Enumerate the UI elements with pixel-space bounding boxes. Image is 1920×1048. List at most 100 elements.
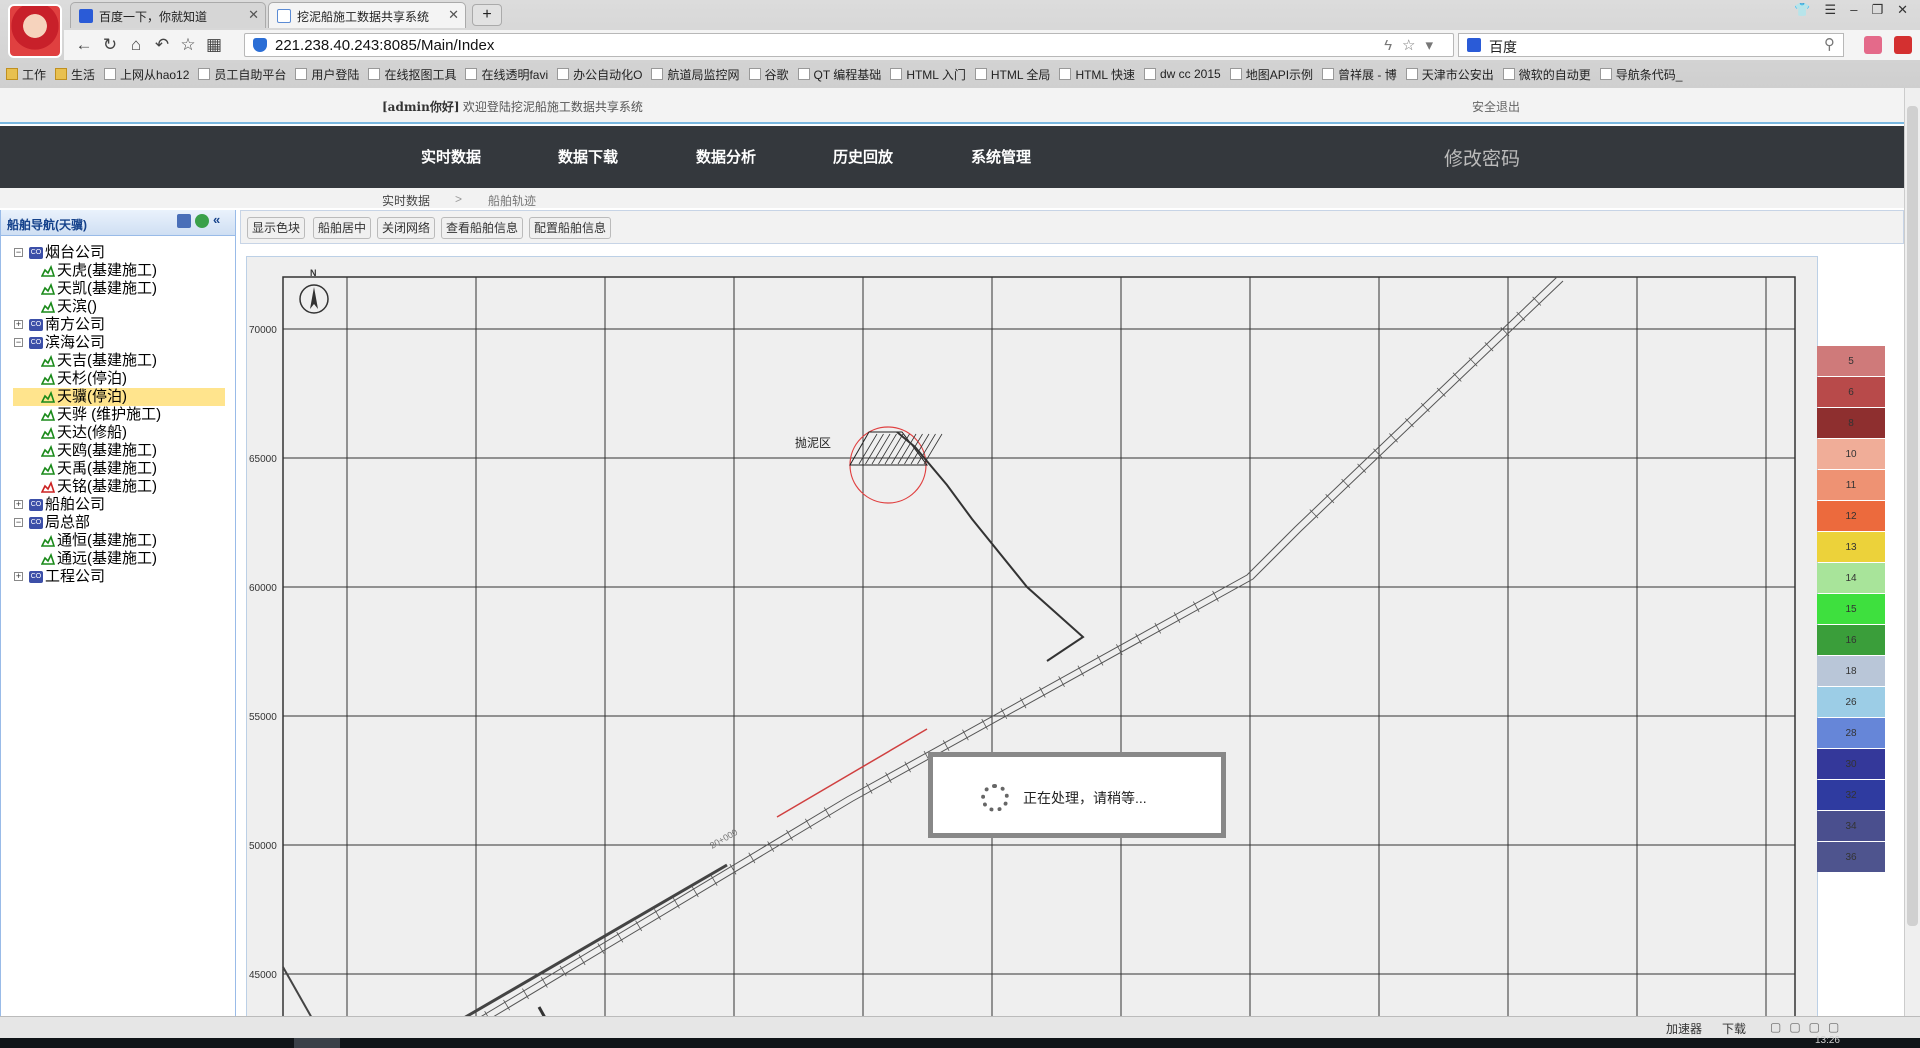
tree-company-node[interactable]: + CO 南方公司 [14,316,105,334]
address-bar[interactable]: 221.238.40.243:8085/Main/Index ϟ☆▾ [244,33,1454,57]
bookmark-item[interactable]: 地图API示例 [1229,66,1313,83]
bookmark-item[interactable]: 工作 [6,66,46,83]
tree-ship-node[interactable]: 天骅 (维护施工) [41,406,161,424]
page-icon [368,68,381,80]
bookmark-item[interactable]: QT 编程基础 [797,66,881,83]
restore-icon[interactable]: ❐ [1871,2,1883,18]
tree-ship-node[interactable]: 天滨() [41,298,97,316]
scroll-thumb[interactable] [1907,106,1918,926]
nav-history-playback[interactable]: 历史回放 [833,146,893,167]
collapse-panel-icon[interactable]: « [213,213,227,228]
tree-ship-node[interactable]: 天鸥(基建施工) [41,442,157,460]
page-icon [748,68,761,80]
tree-ship-node[interactable]: 通远(基建施工) [41,550,157,568]
close-window-icon[interactable]: ✕ [1897,2,1908,18]
tree-ship-node[interactable]: 天凯(基建施工) [41,280,157,298]
dropdown-icon[interactable]: ▾ [1425,37,1443,54]
collapse-icon[interactable]: − [14,338,23,347]
bookmark-item[interactable]: 天津市公安出 [1405,66,1494,83]
close-grid-button[interactable]: 关闭网络 [377,217,436,239]
undo-icon[interactable]: ↶ [150,34,174,56]
bookmark-item[interactable]: HTML 全局 [974,66,1050,83]
collapse-icon[interactable]: − [14,248,23,257]
bookmark-star-icon[interactable]: ☆ [1402,37,1425,54]
tree-ship-node[interactable]: 天铭(基建施工) [41,478,157,496]
tree-company-node[interactable]: − CO 烟台公司 [14,244,105,262]
extension-icon[interactable] [1864,36,1882,54]
tree-ship-node[interactable]: 天达(修船) [41,424,127,442]
tree-company-node[interactable]: + CO 工程公司 [14,568,105,586]
bookmark-item[interactable]: HTML 快速 [1059,66,1135,83]
browser-tab-system[interactable]: 挖泥船施工数据共享系统 ✕ [268,2,466,28]
nav-system-management[interactable]: 系统管理 [971,146,1031,167]
back-icon[interactable]: ← [72,34,96,56]
menu-icon[interactable]: ☰ [1825,2,1837,18]
nav-realtime-data[interactable]: 实时数据 [421,146,481,167]
favorite-star-icon[interactable]: ☆ [176,34,200,56]
bookmark-item[interactable]: 上网从hao12 [104,66,189,83]
logout-link[interactable]: 安全退出 [1472,98,1520,115]
accelerator-label[interactable]: 加速器 [1666,1020,1702,1037]
close-icon[interactable]: ✕ [448,7,459,23]
bookmark-item[interactable]: HTML 入门 [890,66,966,83]
close-icon[interactable]: ✕ [248,7,259,23]
bookmark-item[interactable]: 航道局监控网 [651,66,740,83]
map-canvas[interactable]: 700006500060000550005000045000 N 20+000 … [247,257,1817,1016]
tree-company-node[interactable]: + CO 船舶公司 [14,496,105,514]
bookmark-item[interactable]: 曾祥展 - 博 [1322,66,1397,83]
change-password-link[interactable]: 修改密码 [1444,144,1520,171]
nav-data-download[interactable]: 数据下载 [558,146,618,167]
bookmark-item[interactable]: 员工自助平台 [198,66,286,83]
tree-ship-node[interactable]: 天禹(基建施工) [41,460,157,478]
new-tab-button[interactable]: + [472,4,502,26]
refresh-arrow-icon[interactable] [195,214,209,228]
bookmark-item[interactable]: 用户登陆 [295,66,359,83]
expand-icon[interactable]: + [14,320,23,329]
tree-company-node[interactable]: − CO 滨海公司 [14,334,105,352]
bookmark-item[interactable]: 谷歌 [748,66,789,83]
minimize-icon[interactable]: ‒ [1850,2,1857,18]
tree-ship-node[interactable]: 天杉(停泊) [41,370,127,388]
search-input[interactable]: 百度 ⚲ [1458,33,1844,57]
bookmark-item[interactable]: dw cc 2015 [1144,67,1221,81]
company-filter-icon[interactable] [177,214,191,228]
tree-ship-node[interactable]: 天虎(基建施工) [41,262,157,280]
page-icon [465,68,478,80]
search-icon[interactable]: ⚲ [1824,35,1835,53]
breadcrumb-parent[interactable]: 实时数据 [382,192,430,209]
bookmark-item[interactable]: 微软的自动更 [1502,66,1591,83]
expand-icon[interactable]: + [14,572,23,581]
home-icon[interactable]: ⌂ [124,34,148,56]
bookmark-item[interactable]: 在线透明favi [465,66,548,83]
bookmark-item[interactable]: 办公自动化O [557,66,642,83]
show-color-blocks-button[interactable]: 显示色块 [247,217,306,239]
tree-company-node[interactable]: − CO 局总部 [14,514,90,532]
browser-tab-baidu[interactable]: 百度一下，你就知道 ✕ [70,2,266,28]
refresh-icon[interactable]: ↻ [98,34,122,56]
tree-ship-node[interactable]: 天骥(停泊) [13,388,225,406]
tree-node-label: 天杉(停泊) [57,370,127,387]
bookmark-label: 导航条代码_ [1615,67,1683,82]
apps-grid-icon[interactable]: ▦ [202,34,226,56]
collapse-icon[interactable]: − [14,518,23,527]
bookmark-item[interactable]: 在线抠图工具 [368,66,456,83]
legend-swatch: 28 [1817,718,1885,748]
center-ship-button[interactable]: 船舶居中 [313,217,372,239]
track-map[interactable]: 70000 65000 60000 55000 50000 45000 N 20… [246,256,1818,1016]
config-ship-info-button[interactable]: 配置船舶信息 [529,217,612,239]
view-ship-info-button[interactable]: 查看船舶信息 [441,217,524,239]
expand-icon[interactable]: + [14,500,23,509]
nav-data-analysis[interactable]: 数据分析 [696,146,756,167]
download-label[interactable]: 下载 [1722,1020,1746,1037]
bookmark-item[interactable]: 导航条代码_ [1599,66,1683,83]
y-tick-label: 60000 [249,583,277,594]
page-scrollbar[interactable] [1904,88,1920,1016]
tree-ship-node[interactable]: 天吉(基建施工) [41,352,157,370]
skin-icon[interactable]: 👕 [1794,2,1810,18]
taskbar-item[interactable] [294,1038,340,1048]
extension-icon[interactable] [1894,36,1912,54]
tree-ship-node[interactable]: 通恒(基建施工) [41,532,157,550]
user-avatar[interactable] [8,4,62,58]
lightning-icon[interactable]: ϟ [1384,37,1402,54]
bookmark-item[interactable]: 生活 [55,66,95,83]
